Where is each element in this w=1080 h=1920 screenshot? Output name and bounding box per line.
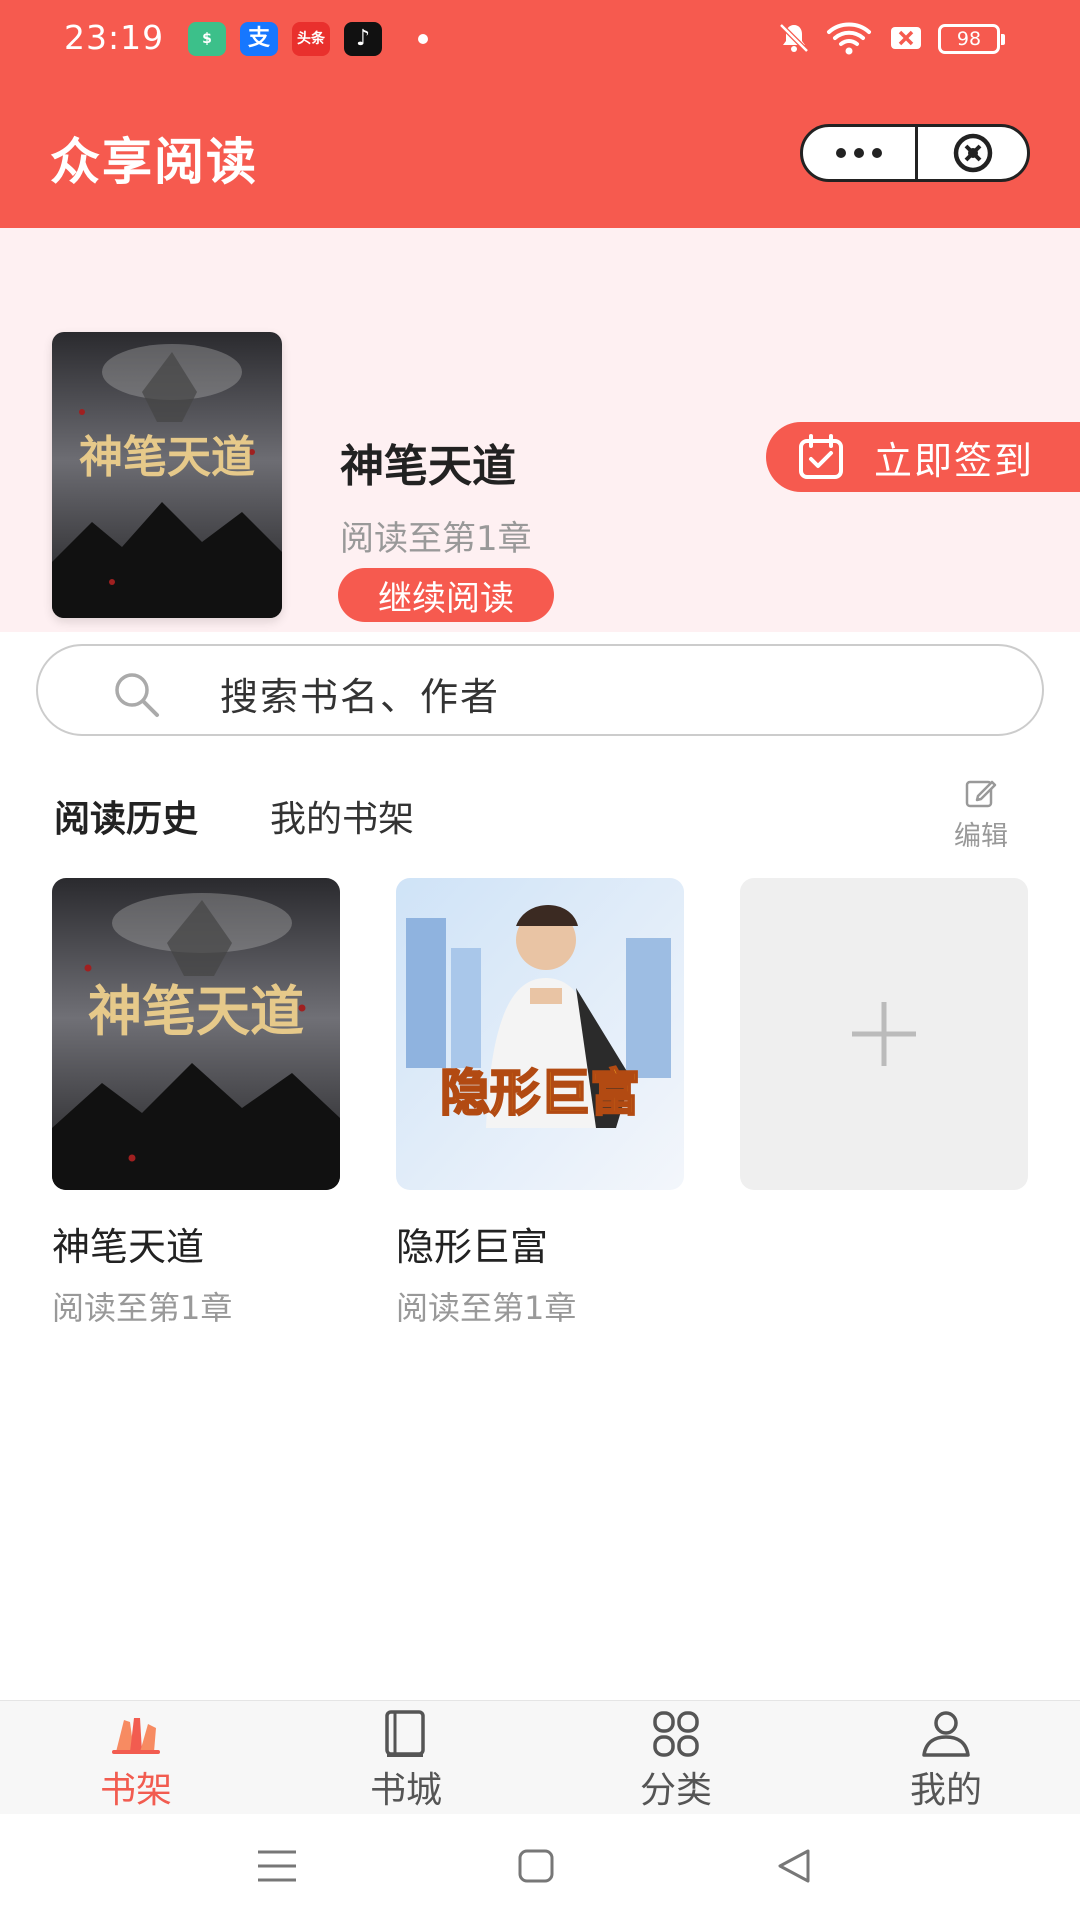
book-cover[interactable]: 隐形巨富	[396, 878, 684, 1190]
wifi-icon	[827, 22, 871, 55]
book-item[interactable]: 神笔天道 神笔天道 阅读至第1章	[52, 878, 340, 1329]
alipay-app-icon: 支	[240, 22, 278, 56]
search-icon	[115, 673, 159, 717]
featured-book-cover[interactable]: 神笔天道	[52, 332, 282, 618]
miniapp-capsule	[800, 124, 1030, 182]
app-header: 23:19 $ 支 头条 ♪ 98 众享阅读	[0, 0, 1080, 228]
featured-book-progress: 阅读至第1章	[340, 519, 532, 559]
book-cover[interactable]: 神笔天道	[52, 878, 340, 1190]
daily-signin-button[interactable]: 立即签到	[766, 422, 1080, 492]
edit-pencil-icon	[965, 780, 997, 808]
security-app-icon: $	[188, 22, 226, 56]
close-circle-icon	[953, 133, 992, 173]
menu-icon[interactable]	[256, 1846, 298, 1886]
profile-icon	[922, 1711, 970, 1757]
cover-title-art: 神笔天道	[88, 979, 304, 1043]
mute-bell-icon	[779, 23, 809, 53]
tab-mine-label: 我的	[909, 1770, 982, 1811]
tab-category[interactable]: 分类	[606, 1709, 746, 1813]
tab-reading-history-label: 阅读历史	[54, 799, 199, 840]
featured-book-title: 神笔天道	[340, 441, 516, 492]
book-cover-art-yinxing: 隐形巨富	[396, 878, 684, 1190]
featured-recent-book: 神笔天道 神笔天道 阅读至第1章 继续阅读 立即签到	[0, 228, 1080, 632]
book-title: 隐形巨富	[396, 1225, 549, 1269]
tab-category-label: 分类	[639, 1770, 712, 1811]
bookshelf-icon	[112, 1718, 160, 1754]
close-miniapp-button[interactable]	[918, 127, 1027, 179]
tab-bookshelf-label: 书架	[99, 1770, 172, 1811]
edit-button[interactable]: 编辑	[946, 776, 1016, 853]
battery-level: 98	[938, 24, 1005, 54]
tiktok-app-icon: ♪	[344, 22, 382, 56]
search-bar[interactable]: 搜索书名、作者	[36, 644, 1044, 736]
book-title: 神笔天道	[52, 1225, 205, 1269]
continue-reading-button[interactable]: 继续阅读	[338, 568, 554, 622]
category-icon	[653, 1711, 699, 1757]
calendar-check-icon	[799, 434, 843, 479]
tab-mine[interactable]: 我的	[876, 1709, 1016, 1813]
screen: 23:19 $ 支 头条 ♪ 98 众享阅读 神笔天道 神笔天道 阅读至第1章 …	[0, 0, 1080, 1920]
status-time: 23:19	[64, 18, 165, 57]
bottom-tab-bar: 书架 书城 分类 我的	[0, 1700, 1080, 1814]
system-navigation-bar	[0, 1814, 1080, 1920]
book-icon	[385, 1710, 425, 1757]
tab-bookstore[interactable]: 书城	[336, 1709, 476, 1813]
tab-my-bookshelf-label: 我的书架	[270, 799, 415, 840]
back-icon[interactable]	[774, 1846, 814, 1886]
cover-title-art: 神笔天道	[79, 432, 255, 483]
book-item[interactable]: 隐形巨富 隐形巨富 阅读至第1章	[396, 878, 684, 1329]
signin-label: 立即签到	[874, 438, 1035, 483]
tab-my-bookshelf[interactable]: 我的书架	[270, 790, 414, 842]
book-cover-art-shenbi: 神笔天道	[52, 878, 340, 1190]
notification-dot	[418, 34, 428, 44]
book-cover-art-shenbi: 神笔天道	[52, 332, 282, 618]
book-progress: 阅读至第1章	[396, 1289, 577, 1327]
add-book-button[interactable]	[740, 878, 1028, 1190]
status-bar: 23:19 $ 支 头条 ♪ 98	[0, 0, 1080, 78]
tab-bookshelf[interactable]: 书架	[66, 1709, 206, 1813]
home-icon[interactable]	[516, 1846, 556, 1886]
app-title: 众享阅读	[50, 133, 258, 191]
cover-title-art: 隐形巨富	[440, 1064, 640, 1122]
tab-bookstore-label: 书城	[369, 1770, 442, 1811]
toutiao-app-icon: 头条	[292, 22, 330, 56]
tab-reading-history[interactable]: 阅读历史	[54, 790, 198, 842]
sim-off-icon	[891, 27, 921, 49]
edit-label: 编辑	[954, 821, 1008, 852]
book-progress: 阅读至第1章	[52, 1289, 233, 1327]
search-placeholder: 搜索书名、作者	[220, 675, 501, 719]
plus-icon	[852, 1002, 916, 1066]
more-button[interactable]	[803, 127, 915, 179]
more-dots-icon	[836, 148, 882, 158]
